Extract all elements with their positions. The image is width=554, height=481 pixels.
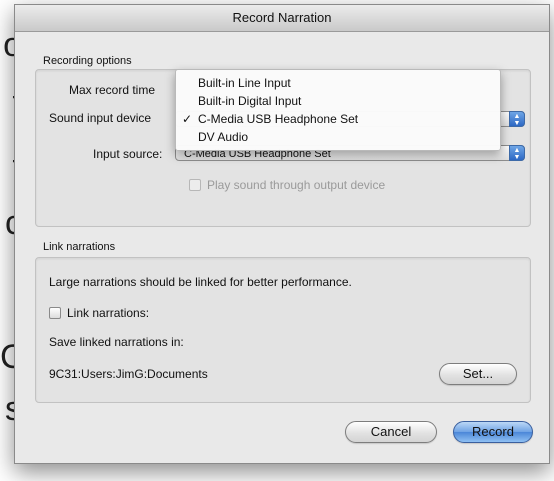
menu-item-c-media-usb-headphone-set[interactable]: ✓ C-Media USB Headphone Set — [176, 110, 500, 128]
sound-input-device-label: Sound input device — [49, 111, 152, 125]
menu-item-label: DV Audio — [198, 130, 249, 144]
popup-arrows-icon: ▲ ▼ — [509, 145, 525, 161]
link-narrations-group-label: Link narrations — [43, 241, 116, 253]
save-path: 9C31:Users:JimG:Documents — [49, 367, 208, 381]
set-button[interactable]: Set... — [439, 363, 517, 385]
link-description: Large narrations should be linked for be… — [49, 275, 352, 289]
menu-item-label: Built-in Line Input — [198, 76, 291, 90]
menu-item-built-in-line-input[interactable]: Built-in Line Input — [176, 74, 500, 92]
link-narrations-checkbox[interactable] — [49, 307, 61, 319]
save-linked-in-label: Save linked narrations in: — [49, 335, 184, 349]
cancel-button[interactable]: Cancel — [345, 421, 437, 443]
input-source-label: Input source: — [93, 147, 163, 161]
link-narrations-checkbox-label: Link narrations: — [67, 306, 150, 320]
recording-options-label: Recording options — [43, 55, 132, 67]
popup-arrows-icon: ▲ ▼ — [509, 111, 525, 127]
record-button[interactable]: Record — [453, 421, 533, 443]
record-narration-dialog: Record Narration Recording options Max r… — [14, 4, 550, 464]
play-through-label: Play sound through output device — [207, 178, 386, 192]
menu-item-label: C-Media USB Headphone Set — [198, 112, 359, 126]
checkmark-icon: ✓ — [182, 112, 193, 126]
max-record-time-label: Max record time — [69, 83, 156, 97]
play-through-checkbox[interactable] — [189, 179, 201, 191]
dialog-title: Record Narration — [15, 5, 549, 32]
sound-input-device-menu: Built-in Line Input Built-in Digital Inp… — [175, 69, 501, 151]
menu-item-built-in-digital-input[interactable]: Built-in Digital Input — [176, 92, 500, 110]
menu-item-label: Built-in Digital Input — [198, 94, 302, 108]
menu-item-dv-audio[interactable]: DV Audio — [176, 128, 500, 146]
